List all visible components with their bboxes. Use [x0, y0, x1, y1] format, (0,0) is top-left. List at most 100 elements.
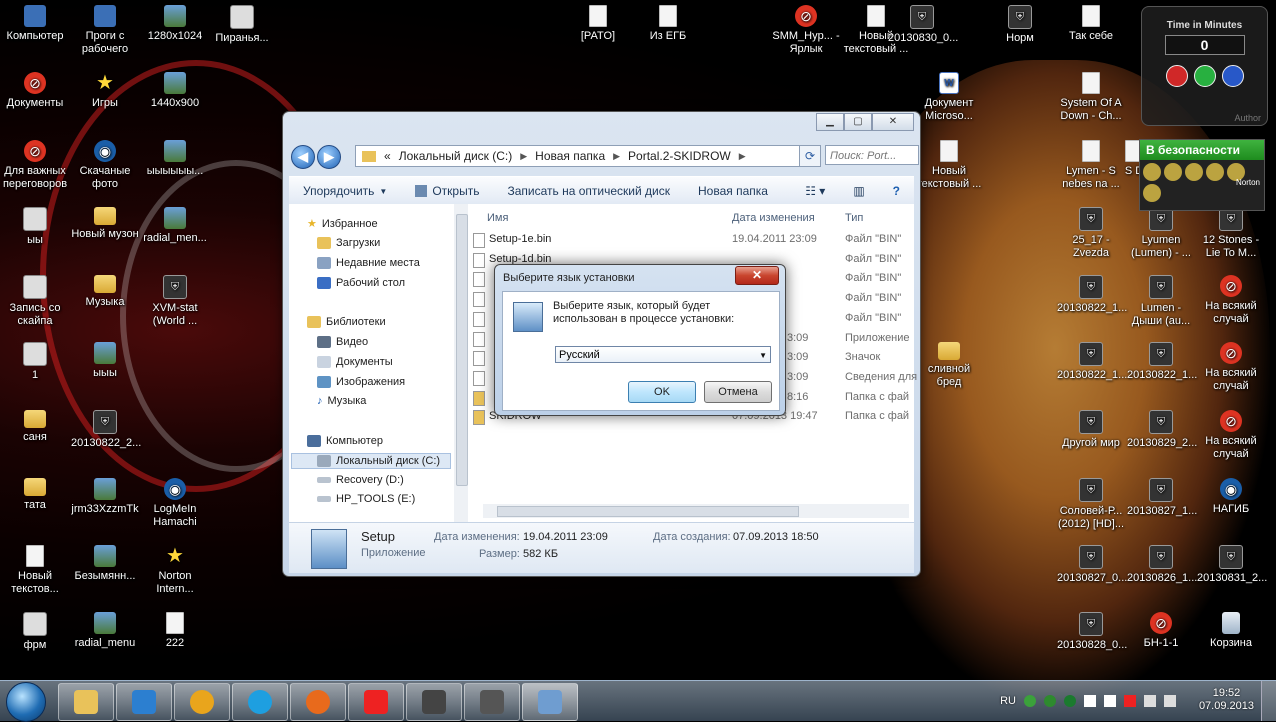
breadcrumb-overflow[interactable]: « [384, 149, 391, 163]
taskbar-wot-xvm[interactable] [464, 683, 520, 721]
desktop-icon[interactable]: Корзина [1197, 612, 1265, 650]
desktop-icon[interactable]: ⊘ Документы [1, 72, 69, 110]
desktop-icon[interactable]: тата [1, 478, 69, 512]
desktop-icon[interactable]: ⊘ Для важных переговоров [1, 140, 69, 191]
tray-icon[interactable] [1104, 695, 1116, 707]
file-row[interactable]: Setup-1e.bin 19.04.2011 23:09 Файл "BIN" [471, 231, 911, 249]
language-indicator[interactable]: RU [1000, 695, 1016, 707]
dialog-close-button[interactable]: ✕ [735, 266, 779, 285]
desktop-icon[interactable]: ★ Игры [71, 72, 139, 110]
breadcrumb-item[interactable]: Новая папка [535, 149, 605, 163]
desktop-icon[interactable]: jrm33XzzmTk [71, 478, 139, 516]
desktop-icon[interactable]: W Документ Microso... [915, 72, 983, 123]
nav-documents[interactable]: Документы [317, 356, 393, 368]
nav-computer[interactable]: Компьютер [307, 435, 383, 447]
maximize-button[interactable]: ▢ [844, 113, 872, 131]
refresh-button[interactable]: ⟳ [799, 145, 821, 167]
desktop-icon[interactable]: ⛨ Норм [986, 5, 1054, 45]
desktop-icon[interactable]: Из ЕГБ [634, 5, 702, 43]
desktop-icon[interactable]: ⊘ SMM_Hyp... - Ярлык [772, 5, 840, 56]
desktop-icon[interactable]: ◉ LogMeIn Hamachi [141, 478, 209, 529]
nav-libraries[interactable]: Библиотеки [307, 316, 386, 328]
taskbar-skype[interactable] [232, 683, 288, 721]
desktop-icon[interactable]: ⛨ 20130828_0... [1057, 612, 1127, 652]
desktop-icon[interactable]: ⛨ Lumen - Дыши (au... [1127, 275, 1195, 328]
desktop-icon[interactable]: 1 [1, 342, 69, 382]
nav-video[interactable]: Видео [317, 336, 368, 348]
nav-desktop[interactable]: Рабочий стол [317, 277, 405, 289]
desktop-icon[interactable]: Новый текстовый ... [915, 140, 983, 191]
desktop-icon[interactable]: 222 [141, 612, 209, 650]
ok-button[interactable]: OK [628, 381, 696, 403]
chevron-right-icon[interactable]: ▶ [613, 151, 620, 162]
search-input[interactable]: Поиск: Port... [825, 145, 919, 165]
desktop-icon[interactable]: Запись со скайпа [1, 275, 69, 328]
taskbar-wot[interactable] [406, 683, 462, 721]
back-button[interactable]: ◀ [291, 145, 315, 169]
desktop-icon[interactable]: Проги с рабочего [71, 5, 139, 56]
desktop-icon[interactable]: ⛨ 20130831_2... [1197, 545, 1267, 585]
breadcrumb-item[interactable]: Portal.2-SKIDROW [628, 149, 731, 163]
desktop-icon[interactable]: ⊘ На всякий случай [1197, 342, 1265, 393]
tray-icon[interactable] [1064, 695, 1076, 707]
desktop-icon[interactable]: ⛨ 25_17 - Zvezda [1057, 207, 1125, 260]
open-button[interactable]: Открыть [401, 184, 493, 198]
norton-tool-icon[interactable] [1143, 163, 1161, 181]
desktop-icon[interactable]: фрм [1, 612, 69, 652]
taskbar-firefox[interactable] [290, 683, 346, 721]
desktop-icon[interactable]: ★ Norton Intern... [141, 545, 209, 596]
nav-hp-tools-e[interactable]: HP_TOOLS (E:) [317, 493, 415, 505]
desktop-icon[interactable]: ⛨ 20130822_1... [1127, 342, 1197, 382]
desktop-icon[interactable]: ⛨ 20130822_1... [1057, 275, 1127, 315]
column-header-name[interactable]: Имя [487, 212, 508, 224]
chevron-right-icon[interactable]: ▶ [520, 151, 527, 162]
nav-recovery-d[interactable]: Recovery (D:) [317, 474, 404, 486]
desktop-icon[interactable]: 1440x900 [141, 72, 209, 110]
norton-tool-icon[interactable] [1185, 163, 1203, 181]
breadcrumb-item[interactable]: Локальный диск (C:) [399, 149, 513, 163]
desktop-icon[interactable]: Компьютер [1, 5, 69, 43]
clock[interactable]: 19:52 07.09.2013 [1199, 687, 1254, 713]
desktop-icon[interactable]: Безымянн... [71, 545, 139, 583]
horizontal-scrollbar[interactable] [483, 504, 909, 518]
forward-button[interactable]: ▶ [317, 145, 341, 169]
desktop-icon[interactable]: Музыка [71, 275, 139, 309]
desktop-icon[interactable]: 1280x1024 [141, 5, 209, 43]
nav-local-disk-c[interactable]: Локальный диск (C:) [291, 453, 451, 469]
tray-icon[interactable] [1044, 695, 1056, 707]
desktop-icon[interactable]: ⊘ На всякий случай [1197, 410, 1265, 461]
cancel-button[interactable]: Отмена [704, 381, 772, 403]
desktop-icon[interactable]: Новый текстов... [1, 545, 69, 596]
desktop-icon[interactable]: radial_menu [71, 612, 139, 650]
desktop-icon[interactable]: ыыы [71, 342, 139, 380]
desktop-icon[interactable]: ⛨ 20130827_1... [1127, 478, 1197, 518]
desktop-icon[interactable]: ⊘ На всякий случай [1197, 275, 1265, 326]
desktop-icon[interactable]: ⛨ XVM-stat (World ... [141, 275, 209, 328]
desktop-icon[interactable]: ⛨ 20130822_2... [71, 410, 141, 450]
minimize-button[interactable]: ▁ [816, 113, 844, 131]
help-icon[interactable]: ? [879, 184, 914, 198]
desktop-icon[interactable]: саня [1, 410, 69, 444]
taskbar-app-k[interactable] [116, 683, 172, 721]
taskbar-yandex[interactable] [348, 683, 404, 721]
desktop-icon[interactable]: [PATO] [564, 5, 632, 43]
desktop-icon[interactable]: ⛨ Соловей-Р... (2012) [HD]... [1057, 478, 1125, 531]
norton-tool-icon[interactable] [1206, 163, 1224, 181]
desktop-icon[interactable]: ыы [1, 207, 69, 247]
taskbar-aimp[interactable] [174, 683, 230, 721]
desktop-icon[interactable]: ⊘ БН-1-1 [1127, 612, 1195, 650]
desktop-icon[interactable]: ◉ НАГИБ [1197, 478, 1265, 516]
show-desktop-button[interactable] [1261, 681, 1276, 721]
tray-icon[interactable] [1124, 695, 1136, 707]
refresh-icon[interactable] [1193, 65, 1216, 87]
tray-icon[interactable] [1024, 695, 1036, 707]
norton-tool-icon[interactable] [1143, 184, 1161, 202]
start-button[interactable] [6, 682, 46, 722]
language-select[interactable]: Русский ▼ [555, 346, 771, 363]
views-button[interactable]: ☷ ▾ [791, 184, 839, 198]
column-header-date[interactable]: Дата изменения [732, 212, 815, 224]
organize-button[interactable]: Упорядочить ▼ [289, 184, 401, 198]
address-bar[interactable]: « Локальный диск (C:) ▶ Новая папка ▶ Po… [355, 145, 801, 167]
volume-icon[interactable] [1164, 695, 1176, 707]
desktop-icon[interactable]: ⛨ Другой мир [1057, 410, 1125, 450]
